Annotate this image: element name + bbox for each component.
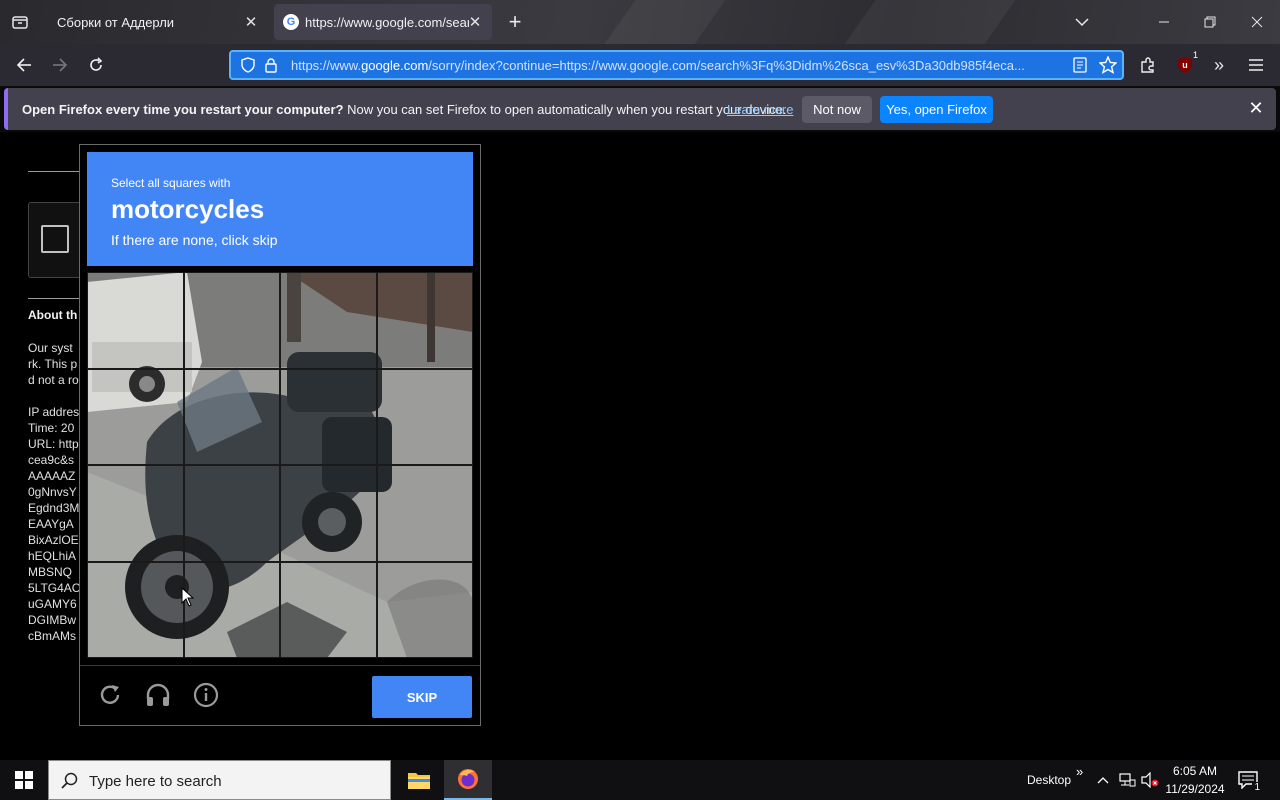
restore-icon[interactable] (1198, 10, 1222, 34)
grid-tile[interactable] (376, 272, 473, 369)
grid-tile[interactable] (87, 561, 184, 658)
default-browser-notification: Open Firefox every time you restart your… (4, 88, 1276, 130)
instruction-text: Select all squares with (111, 176, 231, 190)
grid-tile[interactable] (280, 272, 377, 369)
tab-strip: Сборки от Аддерли ✕ G https://www.google… (0, 0, 1280, 44)
hamburger-menu-icon[interactable] (1244, 53, 1268, 77)
file-explorer-icon[interactable] (395, 760, 443, 800)
svg-text:u: u (1182, 60, 1188, 70)
audio-challenge-headphones-icon[interactable] (143, 680, 173, 710)
notification-count-badge: 1 (1252, 782, 1262, 793)
notifications-icon[interactable]: 1 (1236, 769, 1262, 793)
grid-tile[interactable] (183, 368, 280, 465)
recaptcha-challenge: Select all squares with motorcycles If t… (79, 144, 481, 726)
bookmark-star-icon[interactable] (1098, 55, 1118, 79)
grid-tile[interactable] (183, 272, 280, 369)
clock-time: 6:05 AM (1172, 764, 1218, 778)
target-object-text: motorcycles (111, 194, 265, 224)
grid-tile[interactable] (280, 465, 377, 562)
minimize-icon[interactable] (1152, 10, 1176, 34)
tab-google[interactable]: G https://www.google.com/search ✕ (274, 4, 492, 40)
hint-text: If there are none, click skip (111, 232, 278, 248)
lock-icon[interactable] (264, 57, 278, 78)
yes-open-firefox-button[interactable]: Yes, open Firefox (880, 96, 993, 123)
url-text[interactable]: https://www.google.com/sorry/index?conti… (291, 58, 1061, 73)
tracking-shield-icon[interactable] (240, 57, 256, 78)
list-all-tabs-chevron-icon[interactable] (1070, 10, 1094, 34)
challenge-image-grid (87, 272, 473, 658)
close-icon[interactable]: ✕ (1246, 98, 1266, 118)
back-arrow-icon[interactable] (12, 53, 36, 77)
desktop-toolbar-label[interactable]: Desktop (1027, 773, 1071, 787)
reload-icon[interactable] (84, 53, 108, 77)
grid-tile[interactable] (280, 561, 377, 658)
url-path: /sorry/index?continue=https://www.google… (428, 58, 1025, 73)
overflow-menu-chevrons-icon[interactable]: » (1207, 53, 1231, 77)
volume-muted-icon[interactable] (1140, 770, 1160, 790)
grid-tile[interactable] (87, 272, 184, 369)
show-hidden-icons-chevron-icon[interactable] (1094, 770, 1112, 790)
clock-date: 11/29/2024 (1165, 782, 1225, 796)
info-icon[interactable] (191, 680, 221, 710)
grid-tile[interactable] (376, 465, 473, 562)
grid-tile[interactable] (87, 465, 184, 562)
close-icon[interactable]: ✕ (466, 13, 484, 31)
theme-decoration (844, 0, 1016, 44)
learn-more-link[interactable]: Learn more (727, 102, 793, 117)
window-close-icon[interactable] (1245, 10, 1269, 34)
notification-message: Open Firefox every time you restart your… (22, 102, 786, 117)
grid-tile[interactable] (376, 368, 473, 465)
ublock-origin-icon[interactable]: u 1 (1172, 50, 1198, 78)
grid-tile[interactable] (87, 368, 184, 465)
url-bar[interactable]: https://www.google.com/sorry/index?conti… (229, 50, 1124, 80)
toolbar-overflow-chevrons-icon[interactable]: » (1076, 764, 1083, 779)
network-icon[interactable] (1117, 770, 1137, 790)
not-now-button[interactable]: Not now (802, 96, 872, 123)
nav-bar: https://www.google.com/sorry/index?conti… (0, 44, 1280, 86)
taskbar-search-box[interactable]: Type here to search (48, 760, 391, 800)
extensions-puzzle-icon[interactable] (1136, 53, 1160, 77)
new-tab-plus-icon[interactable]: + (503, 9, 527, 34)
grid-tile[interactable] (183, 465, 280, 562)
notification-bold-text: Open Firefox every time you restart your… (22, 102, 344, 117)
recaptcha-checkbox[interactable] (41, 225, 69, 253)
reload-challenge-icon[interactable] (95, 680, 125, 710)
grid-tile[interactable] (280, 368, 377, 465)
search-placeholder: Type here to search (89, 773, 222, 790)
grid-tile[interactable] (183, 561, 280, 658)
forward-arrow-icon[interactable] (48, 53, 72, 77)
firefox-taskbar-icon[interactable] (444, 760, 492, 800)
firefox-view-icon[interactable] (8, 10, 32, 34)
divider (28, 298, 80, 299)
windows-start-icon[interactable] (0, 760, 48, 800)
reader-view-icon[interactable] (1073, 57, 1087, 78)
tab-title: https://www.google.com/search (305, 14, 469, 30)
url-domain: google.com (361, 58, 429, 73)
challenge-header: Select all squares with motorcycles If t… (87, 152, 473, 266)
grid-tile[interactable] (376, 561, 473, 658)
google-favicon-icon: G (283, 14, 299, 30)
tab-sborki[interactable]: Сборки от Аддерли ✕ (44, 4, 268, 40)
url-prefix: https://www. (291, 58, 362, 73)
skip-button[interactable]: SKIP (372, 676, 472, 718)
extension-badge: 1 (1192, 50, 1198, 60)
clock[interactable]: 6:05 AM 11/29/2024 (1162, 763, 1228, 797)
notification-text: Now you can set Firefox to open automati… (347, 102, 787, 117)
theme-decoration (604, 0, 726, 44)
close-icon[interactable]: ✕ (242, 13, 260, 31)
tab-title: Сборки от Аддерли (57, 14, 175, 30)
search-icon (61, 772, 79, 795)
challenge-footer: SKIP (80, 665, 480, 725)
divider (28, 171, 80, 172)
windows-taskbar: Type here to search Desktop » 6:05 AM 11… (0, 760, 1280, 800)
